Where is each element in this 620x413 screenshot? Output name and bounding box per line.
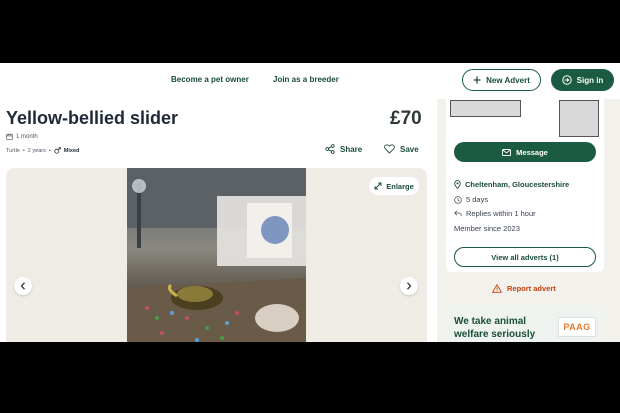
mail-icon [502,148,512,156]
reply-icon [454,210,462,217]
location-text: Cheltenham, Gloucestershire [465,180,570,189]
welfare-promo: We take animal welfare seriously PAAG [446,305,604,342]
image-gallery: Enlarge [6,168,427,342]
avatar [559,100,599,137]
top-nav: Become a pet owner Join as a breeder New… [0,63,620,99]
new-advert-label: New Advert [486,75,530,85]
previous-image-button[interactable] [14,277,32,295]
age-row: 1 month [6,133,38,140]
calendar-icon [6,133,13,140]
listing-price: £70 [390,108,422,129]
seller-last-active: 5 days [454,195,488,204]
expand-icon [374,182,382,190]
promo-text: We take animal welfare seriously [454,316,536,340]
sign-in-button[interactable]: Sign in [551,69,614,91]
save-label: Save [400,144,419,154]
nav-join-breeder[interactable]: Join as a breeder [273,75,339,84]
new-advert-button[interactable]: New Advert [462,69,541,91]
listing-age: 1 month [16,133,38,140]
nav-become-owner[interactable]: Become a pet owner [171,75,249,84]
meta-row: Turtle • 2 years • Mixed [6,147,80,154]
chevron-left-icon [20,282,26,290]
plus-icon [473,76,481,84]
seller-name-placeholder [450,100,521,117]
heart-icon [384,144,395,154]
listing-photo[interactable] [127,168,306,342]
report-advert-link[interactable]: Report advert [492,284,556,293]
report-label: Report advert [507,284,556,293]
listing-title: Yellow-bellied slider [6,108,179,128]
share-label: Share [340,144,363,154]
listing-sex: Mixed [63,147,80,154]
member-since: Member since 2023 [454,224,520,233]
view-all-adverts-button[interactable]: View all adverts (1) [454,247,596,267]
share-button[interactable]: Share [325,144,362,154]
sign-in-icon [561,75,572,85]
listing-page: Become a pet owner Join as a breeder New… [0,63,620,342]
seller-replies: Replies within 1 hour [454,209,536,218]
location-pin-icon [454,180,461,189]
replies-text: Replies within 1 hour [466,209,536,218]
warning-icon [492,284,502,293]
message-button[interactable]: Message [454,142,596,162]
share-icon [325,144,335,154]
paag-logo: PAAG [558,317,596,337]
chevron-right-icon [406,282,412,290]
enlarge-label: Enlarge [386,181,414,191]
listing-species: Turtle [6,147,20,154]
last-active-text: 5 days [466,195,489,204]
mixed-sex-icon [54,147,61,154]
enlarge-button[interactable]: Enlarge [369,177,419,195]
message-label: Message [516,147,548,157]
sign-in-label: Sign in [576,75,604,85]
save-button[interactable]: Save [384,144,419,154]
seller-location: Cheltenham, Gloucestershire [454,180,569,189]
next-image-button[interactable] [400,277,418,295]
clock-icon [454,195,462,204]
listing-species-age: 2 years [27,147,46,154]
